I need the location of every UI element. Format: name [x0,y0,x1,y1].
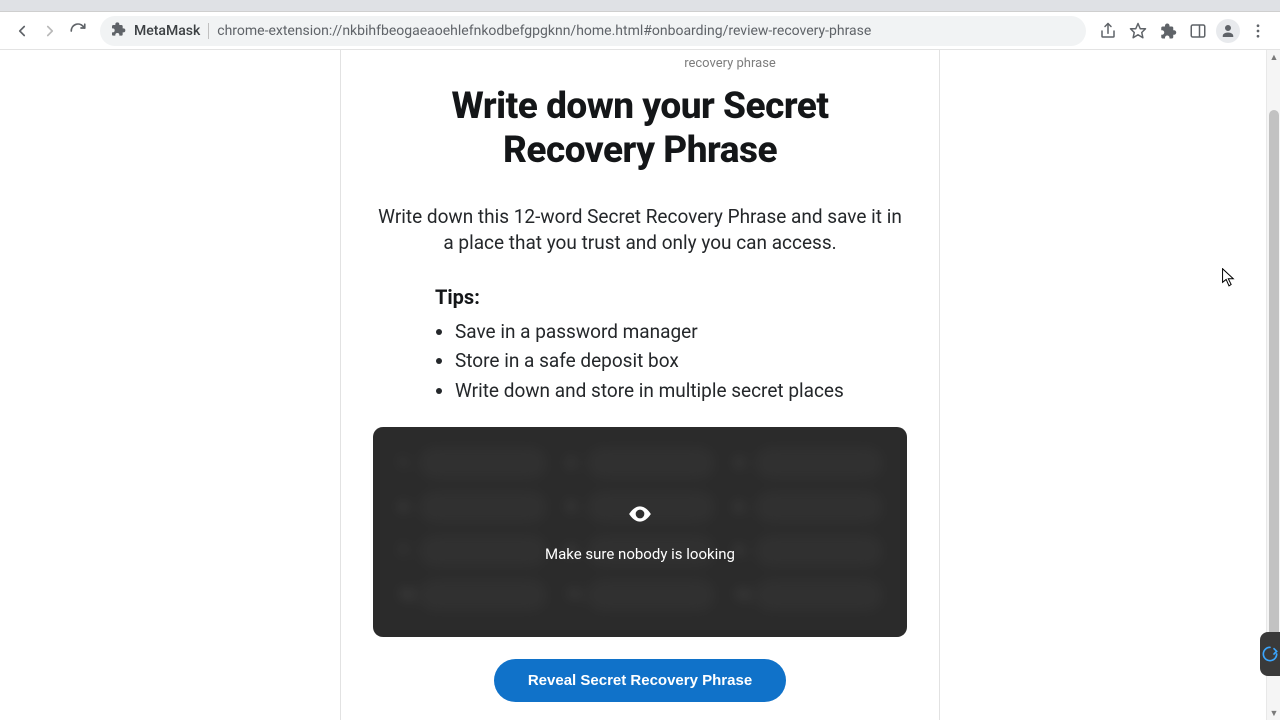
browser-toolbar: MetaMask chrome-extension://nkbihfbeogae… [0,12,1280,50]
tab-strip [0,0,1280,12]
recovery-phrase-box[interactable]: 1. 2. 3. 4. 5. 6. 7. 8. 9. 10. 11. 12. [373,427,907,637]
overlay-text: Make sure nobody is looking [545,545,735,563]
eye-icon [627,501,653,531]
profile-avatar[interactable] [1214,17,1242,45]
kebab-menu-icon[interactable] [1244,17,1272,45]
extension-icon [110,21,126,41]
scrollbar-thumb[interactable] [1269,110,1279,650]
extensions-icon[interactable] [1154,17,1182,45]
page-url: chrome-extension://nkbihfbeogaeaoehlefnk… [217,23,871,39]
onboarding-card: recovery phrase Write down your Secret R… [340,50,940,720]
extension-name: MetaMask [134,23,200,39]
share-icon[interactable] [1094,17,1122,45]
tips-heading: Tips: [435,285,907,309]
page-lead: Write down this 12-word Secret Recovery … [373,204,907,257]
tip-item: Write down and store in multiple secret … [455,376,907,405]
forward-button[interactable] [36,17,64,45]
tip-item: Save in a password manager [455,317,907,346]
tips-section: Tips: Save in a password manager Store i… [435,285,907,405]
scroll-down-arrow[interactable]: ▼ [1267,706,1280,720]
scroll-up-arrow[interactable]: ▲ [1267,50,1280,64]
vertical-scrollbar[interactable]: ▲ ▼ [1266,50,1280,720]
bookmark-star-icon[interactable] [1124,17,1152,45]
address-separator [208,23,209,39]
reload-button[interactable] [64,17,92,45]
address-bar[interactable]: MetaMask chrome-extension://nkbihfbeogae… [100,16,1086,46]
tip-item: Store in a safe deposit box [455,346,907,375]
back-button[interactable] [8,17,36,45]
side-panel-icon[interactable] [1184,17,1212,45]
step-label: recovery phrase [553,56,907,71]
privacy-overlay: Make sure nobody is looking [373,427,907,637]
page-title: Write down your Secret Recovery Phrase [373,85,907,174]
side-widget[interactable] [1260,632,1280,676]
reveal-secret-button[interactable]: Reveal Secret Recovery Phrase [494,659,786,702]
